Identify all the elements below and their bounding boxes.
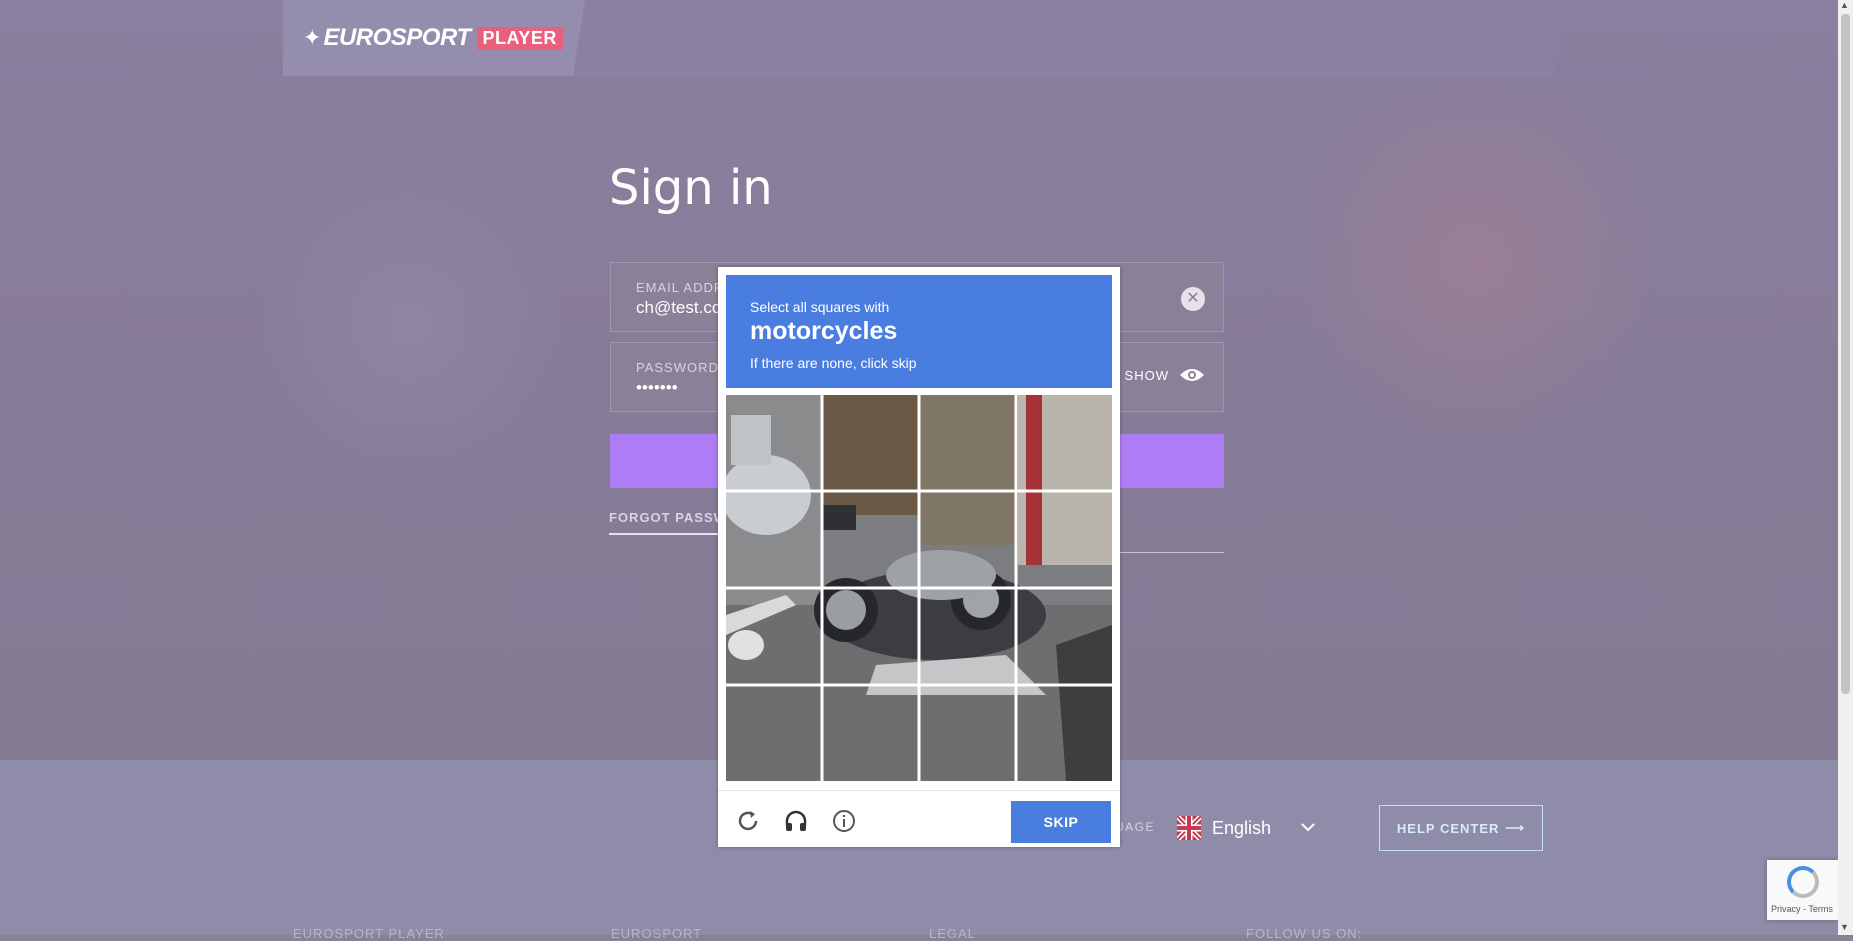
captcha-line1: Select all squares with	[750, 299, 890, 315]
captcha-tile[interactable]	[1017, 395, 1112, 490]
chevron-down-icon[interactable]	[1300, 818, 1316, 836]
help-center-button[interactable]: HELP CENTER ⟶	[1379, 805, 1543, 851]
language-select[interactable]: English	[1212, 818, 1271, 839]
clear-icon[interactable]: ✕	[1181, 287, 1205, 311]
footer-col-1: EUROSPORT PLAYER	[293, 926, 445, 941]
captcha-tile[interactable]	[823, 686, 918, 781]
captcha-tile[interactable]	[726, 492, 821, 587]
uk-flag-icon	[1177, 816, 1201, 840]
logo-badge: PLAYER	[476, 26, 563, 50]
info-icon[interactable]	[832, 809, 856, 833]
captcha-tile[interactable]	[1017, 492, 1112, 587]
recaptcha-badge[interactable]: Privacy - Terms	[1767, 860, 1838, 920]
captcha-tile[interactable]	[1017, 589, 1112, 684]
captcha-tile[interactable]	[726, 686, 821, 781]
skip-button[interactable]: SKIP	[1011, 801, 1111, 843]
captcha-line3: If there are none, click skip	[750, 355, 917, 371]
help-center-label: HELP CENTER	[1396, 820, 1500, 836]
captcha-instructions: Select all squares with motorcycles If t…	[726, 275, 1112, 388]
hero-glow	[1300, 60, 1650, 460]
page-title: Sign in	[609, 160, 773, 216]
logo-text: EUROSPORT	[323, 24, 471, 51]
captcha-tile[interactable]	[823, 395, 918, 490]
captcha-target: motorcycles	[750, 317, 898, 345]
show-label: SHOW	[1124, 367, 1169, 383]
reload-icon[interactable]	[736, 809, 760, 833]
email-input[interactable]: ch@test.co	[636, 298, 721, 318]
scroll-up-icon[interactable]: ▲	[1840, 0, 1849, 10]
eye-icon	[1180, 369, 1204, 381]
footer-col-4: FOLLOW US ON:	[1246, 926, 1363, 941]
recaptcha-terms[interactable]: Privacy - Terms	[1771, 904, 1833, 914]
recaptcha-logo-icon	[1787, 866, 1819, 898]
password-input[interactable]: •••••••	[636, 378, 678, 398]
forgot-password-link[interactable]: FORGOT PASSW	[609, 510, 727, 535]
arrow-right-icon: ⟶	[1505, 820, 1526, 835]
captcha-tile[interactable]	[726, 589, 821, 684]
captcha-tile[interactable]	[726, 395, 821, 490]
captcha-tile[interactable]	[823, 589, 918, 684]
star-logo-icon: ✦	[303, 25, 322, 50]
captcha-footer: SKIP	[718, 790, 1120, 848]
language-label: UAGE	[1115, 820, 1156, 834]
footer-col-3: LEGAL	[929, 926, 976, 941]
show-password-button[interactable]: SHOW	[1125, 367, 1205, 383]
headphones-icon[interactable]	[784, 809, 808, 833]
scroll-down-icon[interactable]: ▼	[1840, 922, 1849, 932]
divider	[1110, 552, 1224, 553]
captcha-tile[interactable]	[1017, 686, 1112, 781]
footer-col-2: EUROSPORT	[611, 926, 703, 941]
captcha-tile[interactable]	[920, 686, 1015, 781]
captcha-tile[interactable]	[920, 395, 1015, 490]
password-label: PASSWORD	[636, 360, 719, 375]
captcha-dialog: Select all squares with motorcycles If t…	[718, 267, 1120, 847]
email-label: EMAIL ADDR	[636, 280, 725, 295]
captcha-tile[interactable]	[920, 589, 1015, 684]
hero-glow-left	[260, 150, 560, 500]
scrollbar-thumb[interactable]	[1841, 14, 1850, 694]
captcha-tile[interactable]	[920, 492, 1015, 587]
captcha-grid	[726, 395, 1112, 781]
captcha-tile[interactable]	[823, 492, 918, 587]
eurosport-logo[interactable]: ✦ EUROSPORT PLAYER	[303, 22, 563, 54]
